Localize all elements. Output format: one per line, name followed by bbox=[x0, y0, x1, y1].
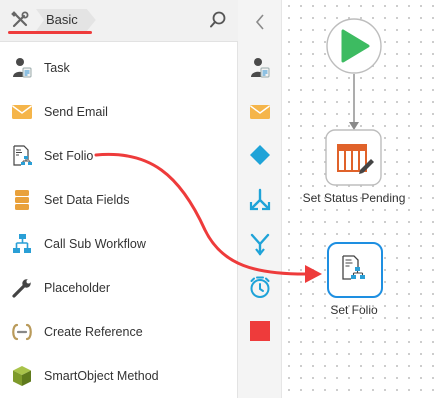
node-label-set-folio: Set Folio bbox=[330, 303, 378, 317]
step-node-set-status-pending[interactable] bbox=[325, 129, 382, 186]
annotation-arrow bbox=[94, 152, 322, 283]
node-label-set-status-pending: Set Status Pending bbox=[302, 191, 406, 205]
step-node-set-folio[interactable] bbox=[327, 242, 383, 298]
connector-arrowhead bbox=[349, 122, 359, 130]
start-node[interactable] bbox=[326, 18, 382, 74]
